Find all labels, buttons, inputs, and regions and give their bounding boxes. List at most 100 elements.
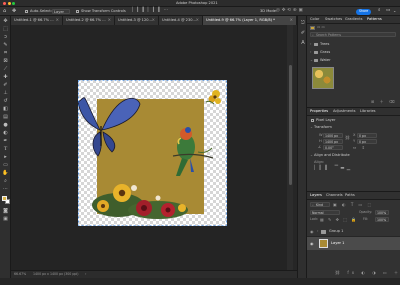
history-panel-icon[interactable]: ⎋ <box>300 20 307 27</box>
document-tab-active[interactable]: Untitled-9 @ 66.7% (Layer 1, RGB/8) * × <box>203 16 297 25</box>
document-tab[interactable]: Untitled-1 @ 66.7% ... × <box>11 16 63 25</box>
clone-stamp-tool-icon[interactable]: ⊥ <box>2 90 9 97</box>
move-tool-icon[interactable]: ✥ <box>12 9 16 14</box>
layer-name[interactable]: Group 1 <box>329 229 343 234</box>
close-icon[interactable]: × <box>196 18 199 22</box>
tab-channels[interactable]: Channels <box>326 194 343 198</box>
document-info[interactable]: 1400 px x 1400 px (300 ppi) <box>33 272 79 276</box>
scrollbar-thumb[interactable] <box>288 65 292 185</box>
chevron-right-icon[interactable]: › <box>310 50 311 55</box>
dodge-tool-icon[interactable]: ◐ <box>2 130 9 137</box>
history-brush-tool-icon[interactable]: ↺ <box>2 98 9 105</box>
brush-tool-icon[interactable]: ✐ <box>2 82 9 89</box>
tab-color[interactable]: Color <box>310 18 319 22</box>
filter-icons[interactable]: ▣ ◐ T ▭ ⬚ <box>333 202 373 207</box>
move-tool-icon[interactable]: ✥ <box>2 18 9 25</box>
tab-adjustments[interactable]: Adjustments <box>333 110 356 114</box>
layer-row-selected[interactable]: ◉ Layer 1 <box>307 237 400 250</box>
panel-footer-icons[interactable]: ⊞ ＋ ⌫ <box>371 100 397 104</box>
chevron-right-icon[interactable]: › <box>310 42 311 47</box>
screen-mode-icon[interactable]: ▣ <box>2 216 9 223</box>
opacity-field[interactable]: 100% <box>375 210 389 215</box>
width-field[interactable]: 1400 px <box>323 133 343 138</box>
tab-patterns[interactable]: Patterns <box>367 18 382 22</box>
document-tab[interactable]: Untitled-2 @ 66.7% ... × <box>63 16 115 25</box>
patterns-search-input[interactable]: ⌕ Search Patterns <box>310 32 396 37</box>
maximize-window-button[interactable] <box>12 2 15 5</box>
pattern-preview-swatch[interactable] <box>310 26 315 30</box>
tab-properties[interactable]: Properties <box>310 110 328 114</box>
tab-libraries[interactable]: Libraries <box>360 110 376 114</box>
chevron-down-icon[interactable]: ⌄ <box>310 58 313 63</box>
home-icon[interactable]: ⌂ <box>3 9 6 14</box>
minimize-window-button[interactable] <box>7 2 11 5</box>
pattern-thumbnail[interactable] <box>312 67 334 89</box>
tab-swatches[interactable]: Swatches <box>325 18 342 22</box>
document-tab[interactable]: Untitled-3 @ 120... × <box>115 16 159 25</box>
visibility-eye-icon[interactable]: ◉ <box>310 241 314 246</box>
align-buttons-icons[interactable]: ▏▎▍ ▔▬▁ <box>314 166 352 172</box>
eyedropper-tool-icon[interactable]: ⟋ <box>2 66 9 73</box>
pattern-group-row[interactable]: › Trees <box>310 42 396 48</box>
path-selection-tool-icon[interactable]: ▸ <box>2 154 9 161</box>
tab-gradients[interactable]: Gradients <box>345 18 363 22</box>
align-buttons-icons[interactable]: ▏▎▍▏▎▍⋯ <box>132 8 170 14</box>
chevron-down-icon[interactable]: ⌄ <box>310 153 313 158</box>
angle-field[interactable]: 0.00° <box>323 145 343 150</box>
rectangle-tool-icon[interactable]: ▭ <box>2 162 9 169</box>
close-icon[interactable]: × <box>108 18 111 22</box>
link-icon[interactable]: ⛓ <box>345 136 350 140</box>
healing-brush-tool-icon[interactable]: ✚ <box>2 74 9 81</box>
y-field[interactable]: 0 px <box>357 139 377 144</box>
hand-tool-icon[interactable]: ✋ <box>2 170 9 177</box>
auto-select-dropdown[interactable]: Layer <box>52 9 70 14</box>
close-window-button[interactable] <box>3 2 6 5</box>
layers-footer-icons[interactable]: ⛓ fx ◐ ◑ ▭ ＋ ⌫ <box>335 271 400 275</box>
artboard-tool-icon[interactable]: ⬚ <box>2 26 9 33</box>
fill-field[interactable]: 100% <box>375 217 389 222</box>
3d-mode-icons[interactable]: ◎✥⟲⊕▣ <box>276 8 305 14</box>
layer-row[interactable]: ◉ › Group 1 <box>307 226 400 237</box>
layer-name[interactable]: Layer 1 <box>331 241 344 246</box>
layer-kind-filter[interactable]: ⌕ Kind <box>310 202 330 207</box>
gradient-tool-icon[interactable]: ▤ <box>2 114 9 121</box>
blend-mode-dropdown[interactable]: Normal <box>310 210 340 215</box>
pen-tool-icon[interactable]: ✒ <box>2 138 9 145</box>
document-tab[interactable]: Untitled-4 @ 230... × <box>159 16 203 25</box>
visibility-eye-icon[interactable]: ◉ <box>310 229 314 234</box>
auto-select-checkbox[interactable] <box>25 10 28 13</box>
chevron-right-icon[interactable]: › <box>317 229 318 234</box>
character-panel-icon[interactable]: A <box>300 40 307 47</box>
chevron-down-icon[interactable]: ⌄ <box>393 9 396 13</box>
more-tools-icon[interactable]: ⋯ <box>2 186 9 193</box>
blur-tool-icon[interactable]: ● <box>2 122 9 129</box>
close-icon[interactable]: × <box>56 18 59 22</box>
quick-select-tool-icon[interactable]: ✎ <box>2 42 9 49</box>
x-field[interactable]: 0 px <box>357 133 377 138</box>
lock-icons[interactable]: ▦ ✎ ✥ ⬚ 🔒 <box>320 217 358 222</box>
show-transform-checkbox[interactable] <box>76 10 79 13</box>
vertical-scrollbar[interactable] <box>287 25 293 270</box>
document-canvas[interactable] <box>78 80 227 226</box>
frame-tool-icon[interactable]: ⊠ <box>2 58 9 65</box>
foreground-color-swatch[interactable] <box>2 196 7 201</box>
pattern-group-row[interactable]: › Grass <box>310 50 396 56</box>
brush-settings-icon[interactable]: ✐ <box>300 30 307 37</box>
chevron-down-icon[interactable]: ⌄ <box>310 125 313 130</box>
chevron-right-icon[interactable]: › <box>85 272 86 277</box>
close-icon[interactable]: × <box>152 18 155 22</box>
tab-paths[interactable]: Paths <box>345 194 355 198</box>
lasso-tool-icon[interactable]: ↄ <box>2 34 9 41</box>
flip-icons[interactable]: ⇔ ⇕ <box>353 146 367 150</box>
height-field[interactable]: 1400 px <box>323 139 343 144</box>
eraser-tool-icon[interactable]: ◧ <box>2 106 9 113</box>
quick-mask-icon[interactable]: ◙ <box>2 208 9 215</box>
tab-layers[interactable]: Layers <box>310 194 322 198</box>
pattern-group-row[interactable]: ⌄ Water <box>310 58 396 64</box>
type-tool-icon[interactable]: T <box>2 146 9 153</box>
crop-tool-icon[interactable]: ⌗ <box>2 50 9 57</box>
zoom-level[interactable]: 66.67% <box>14 272 26 276</box>
view-toggle-icons[interactable]: ▭ ▭ <box>317 26 325 30</box>
zoom-tool-icon[interactable]: ⌕ <box>2 178 9 185</box>
close-icon[interactable]: × <box>290 18 293 22</box>
